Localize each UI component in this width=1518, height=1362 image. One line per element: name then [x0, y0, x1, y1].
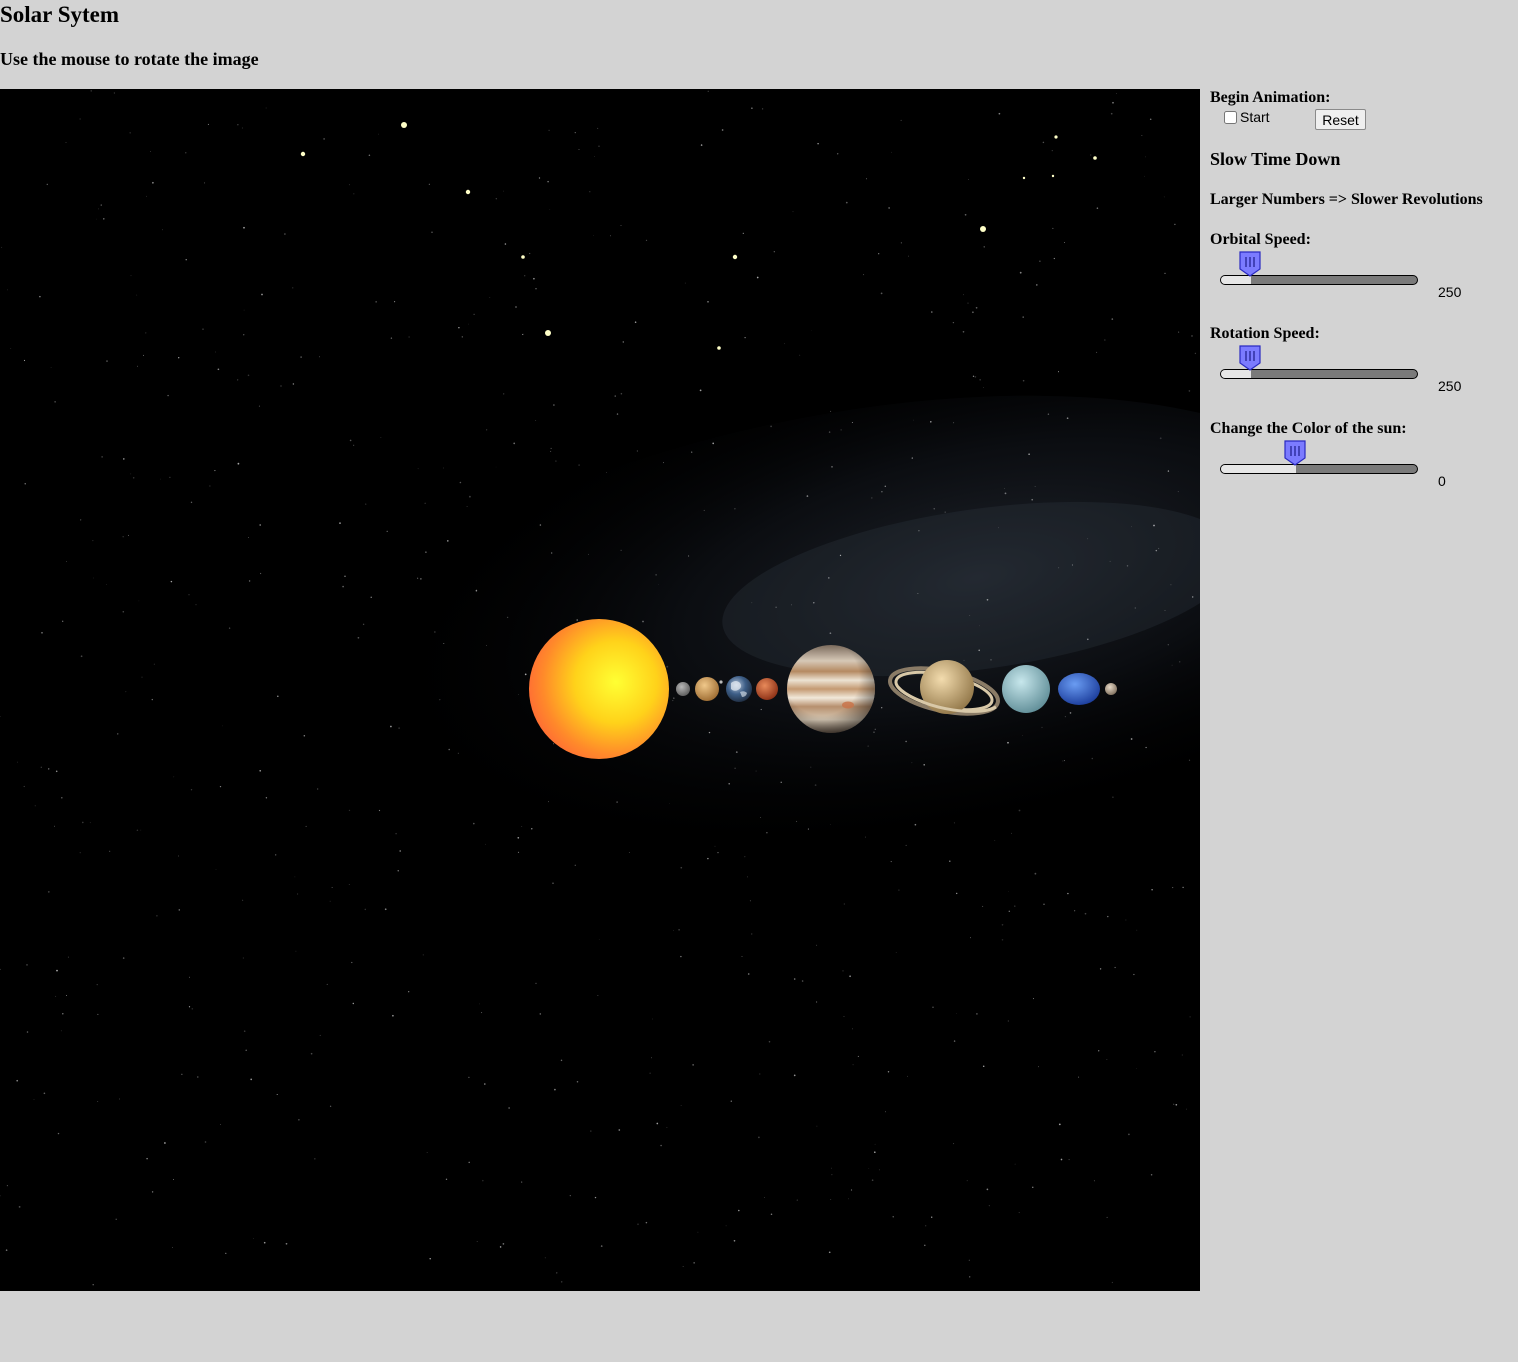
- venus: [695, 677, 719, 701]
- mars: [756, 678, 778, 700]
- start-control[interactable]: Start: [1224, 109, 1270, 125]
- solar-system-canvas[interactable]: [0, 89, 1200, 1291]
- pluto: [1105, 683, 1117, 695]
- slider-thumb-icon[interactable]: [1284, 440, 1306, 466]
- larger-numbers-note: Larger Numbers => Slower Revolutions: [1210, 191, 1483, 208]
- rotation-speed-label: Rotation Speed:: [1210, 325, 1320, 342]
- rotation-speed-value: 250: [1438, 378, 1462, 394]
- orbital-speed-value: 250: [1438, 284, 1462, 300]
- slider-thumb-icon[interactable]: [1239, 251, 1261, 277]
- page-title: Solar Sytem: [0, 2, 120, 27]
- sun: [529, 619, 669, 759]
- slow-time-heading: Slow Time Down: [1210, 149, 1341, 169]
- neptune: [1058, 673, 1100, 705]
- jupiter: [787, 645, 875, 733]
- page-subtitle: Use the mouse to rotate the image: [0, 49, 259, 69]
- orbital-speed-label: Orbital Speed:: [1210, 231, 1311, 248]
- mercury: [676, 682, 690, 696]
- start-checkbox[interactable]: [1224, 110, 1237, 124]
- begin-animation-label: Begin Animation:: [1210, 89, 1331, 106]
- start-label: Start: [1240, 109, 1270, 125]
- earth: [726, 676, 752, 702]
- moon: [719, 680, 723, 684]
- reset-button[interactable]: Reset: [1315, 109, 1366, 130]
- slider-thumb-icon[interactable]: [1239, 345, 1261, 371]
- sun-color-value: 0: [1438, 473, 1446, 489]
- sun-color-label: Change the Color of the sun:: [1210, 420, 1407, 437]
- uranus: [1002, 665, 1050, 713]
- sun-color-slider[interactable]: [1220, 440, 1418, 478]
- rotation-speed-slider[interactable]: [1220, 345, 1418, 383]
- orbital-speed-slider[interactable]: [1220, 251, 1418, 289]
